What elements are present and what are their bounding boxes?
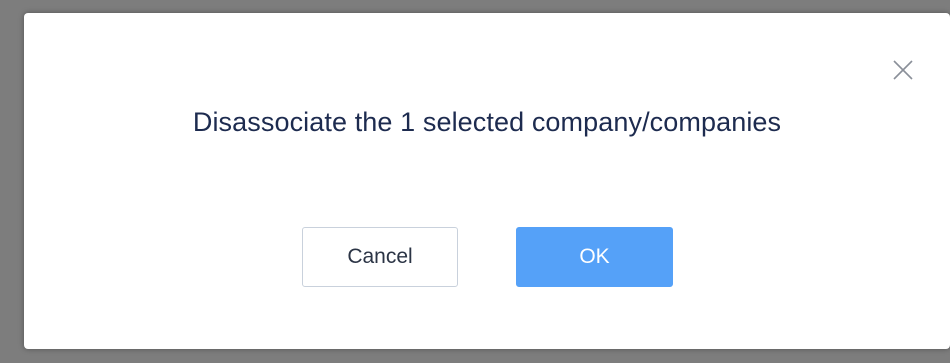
close-button[interactable] xyxy=(890,57,916,83)
dialog-title: Disassociate the 1 selected company/comp… xyxy=(192,107,782,137)
confirm-dialog: Disassociate the 1 selected company/comp… xyxy=(24,13,950,349)
cancel-button[interactable]: Cancel xyxy=(302,227,458,287)
close-icon xyxy=(892,59,914,81)
ok-button[interactable]: OK xyxy=(516,227,673,287)
